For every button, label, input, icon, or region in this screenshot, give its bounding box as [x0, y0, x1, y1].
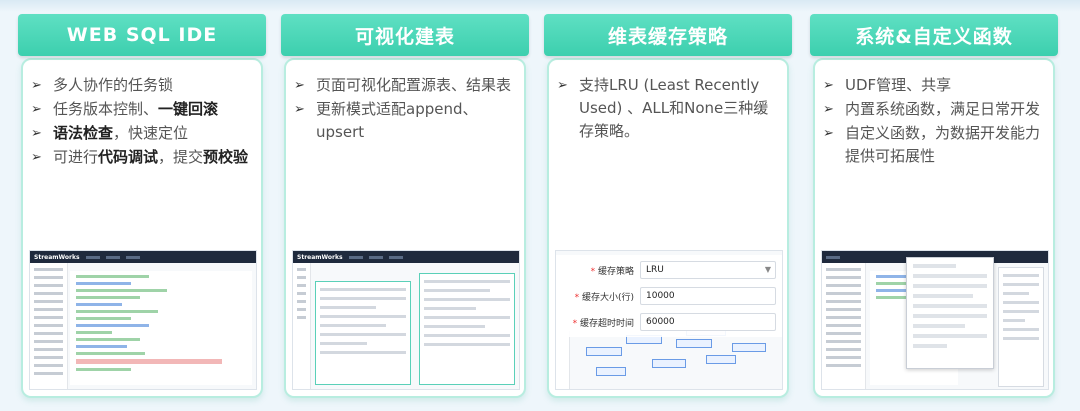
feature-list: ➢ 多人协作的任务锁 ➢ 任务版本控制、一键回滚 ➢ 语法检查，快速定位 ➢ 可进行代码调试，…	[23, 60, 261, 169]
card-functions: 系统&自定义函数 ➢ UDF管理、共享 ➢ 内置系统函数，满足日常开发 ➢ 自定义函数，为…	[810, 14, 1058, 398]
arrow-bullet-icon: ➢	[31, 78, 42, 93]
arrow-bullet-icon: ➢	[31, 126, 42, 141]
feature-item: ➢ 任务版本控制、一键回滚	[31, 98, 253, 121]
feature-list: ➢ UDF管理、共享 ➢ 内置系统函数，满足日常开发 ➢ 自定义函数，为数据开发能力提供可…	[815, 60, 1053, 168]
file-tree	[30, 263, 68, 389]
feature-text-part: 更新模式适配append、upsert	[316, 100, 478, 141]
app-logo: StreamWorks	[297, 253, 343, 261]
card-title: 系统&自定义函数	[810, 14, 1058, 56]
feature-text: 支持LRU (Least Recently Used) 、ALL和None三种缓…	[579, 74, 779, 143]
card-web-sql-ide: WEB SQL IDE ➢ 多人协作的任务锁 ➢ 任务版本控制、一键回滚 ➢ 语法检查，快…	[18, 14, 266, 398]
feature-text-part: 多人协作的任务锁	[53, 76, 174, 94]
cache-strategy-select[interactable]: LRU ▼	[640, 261, 776, 279]
arrow-bullet-icon: ➢	[294, 78, 305, 93]
card-title: 可视化建表	[281, 14, 529, 56]
properties-panel	[998, 267, 1044, 387]
feature-text-part: UDF管理、共享	[845, 76, 952, 94]
app-header: StreamWorks	[293, 251, 519, 263]
feature-item: ➢ 页面可视化配置源表、结果表	[294, 74, 516, 97]
cache-timeout-label: 缓存超时时间	[564, 316, 634, 329]
visual-table-screenshot: StreamWorks	[292, 250, 520, 390]
cache-timeout-input[interactable]: 60000	[640, 313, 776, 331]
feature-text-part: 支持LRU (Least Recently Used) 、ALL和None三种缓…	[579, 76, 769, 140]
feature-text: UDF管理、共享	[845, 74, 951, 97]
chevron-down-icon: ▼	[764, 265, 771, 274]
card-title: WEB SQL IDE	[18, 14, 266, 56]
udf-dialog	[906, 257, 994, 369]
arrow-bullet-icon: ➢	[823, 78, 834, 93]
function-tree	[822, 263, 866, 389]
feature-highlight: 预校验	[203, 148, 249, 166]
form-row-cache-size: 缓存大小(行) 10000	[564, 285, 776, 307]
card-body: ➢ UDF管理、共享 ➢ 内置系统函数，满足日常开发 ➢ 自定义函数，为数据开发能力提供可…	[813, 58, 1055, 398]
feature-item: ➢ 语法检查，快速定位	[31, 122, 253, 145]
feature-text-part: 自定义函数，为数据开发能力提供可拓展性	[845, 124, 1041, 165]
feature-text: 语法检查，快速定位	[53, 122, 188, 145]
code-editor	[70, 271, 252, 385]
feature-highlight: 代码调试	[98, 148, 159, 166]
nav-sidebar	[293, 263, 311, 389]
cache-config-screenshot: 缓存策略 LRU▼ 缓存大小(行) 10000 缓存超时时间 60000	[555, 250, 783, 390]
feature-item: ➢ 内置系统函数，满足日常开发	[823, 98, 1045, 121]
feature-text: 任务版本控制、一键回滚	[53, 98, 218, 121]
feature-text-part: 可进行	[53, 148, 99, 166]
feature-text-part: ，快速定位	[113, 124, 189, 142]
feature-text: 多人协作的任务锁	[53, 74, 173, 97]
udf-screenshot	[821, 250, 1049, 390]
app-header: StreamWorks	[30, 251, 256, 263]
feature-item: ➢ UDF管理、共享	[823, 74, 1045, 97]
app-logo: StreamWorks	[34, 253, 80, 261]
card-visual-table: 可视化建表 ➢ 页面可视化配置源表、结果表 ➢ 更新模式适配append、upsert…	[281, 14, 529, 398]
cache-form: 缓存策略 LRU▼ 缓存大小(行) 10000 缓存超时时间 60000	[556, 255, 782, 337]
feature-item: ➢ 多人协作的任务锁	[31, 74, 253, 97]
app-menu-item	[85, 255, 100, 259]
feature-text: 内置系统函数，满足日常开发	[845, 98, 1040, 121]
feature-text-part: 页面可视化配置源表、结果表	[316, 76, 512, 94]
arrow-bullet-icon: ➢	[31, 102, 42, 117]
feature-text: 可进行代码调试，提交预校验	[53, 146, 248, 169]
feature-text-part: 任务版本控制、	[53, 100, 159, 118]
feature-text: 自定义函数，为数据开发能力提供可拓展性	[845, 122, 1045, 168]
app-menu-item	[125, 255, 140, 259]
feature-text-part: 内置系统函数，满足日常开发	[845, 100, 1041, 118]
card-body: ➢ 多人协作的任务锁 ➢ 任务版本控制、一键回滚 ➢ 语法检查，快速定位 ➢ 可进行代码调试，…	[21, 58, 263, 398]
feature-list: ➢ 支持LRU (Least Recently Used) 、ALL和None三种…	[549, 60, 787, 143]
feature-item: ➢ 自定义函数，为数据开发能力提供可拓展性	[823, 122, 1045, 168]
card-title: 维表缓存策略	[544, 14, 792, 56]
card-body: ➢ 支持LRU (Least Recently Used) 、ALL和None三种…	[547, 58, 789, 398]
cache-size-label: 缓存大小(行)	[564, 290, 634, 303]
top-banner-fade	[0, 0, 1080, 12]
feature-text-part: ，提交	[158, 148, 204, 166]
form-row-cache-timeout: 缓存超时时间 60000	[564, 311, 776, 333]
feature-item: ➢ 更新模式适配append、upsert	[294, 98, 516, 144]
arrow-bullet-icon: ➢	[31, 150, 42, 165]
app-menu-item	[826, 255, 840, 259]
sql-ide-screenshot: StreamWorks	[29, 250, 257, 390]
cache-strategy-label: 缓存策略	[564, 264, 634, 277]
app-menu-item	[348, 255, 363, 259]
source-table-panel	[315, 281, 411, 385]
feature-text: 更新模式适配append、upsert	[316, 98, 516, 144]
feature-highlight: 一键回滚	[158, 100, 219, 118]
app-menu-item	[368, 255, 383, 259]
form-row-cache-strategy: 缓存策略 LRU▼	[564, 259, 776, 281]
app-menu-item	[388, 255, 403, 259]
arrow-bullet-icon: ➢	[294, 102, 305, 117]
arrow-bullet-icon: ➢	[557, 78, 568, 93]
cache-size-input[interactable]: 10000	[640, 287, 776, 305]
card-body: ➢ 页面可视化配置源表、结果表 ➢ 更新模式适配append、upsert Strea…	[284, 58, 526, 398]
feature-list: ➢ 页面可视化配置源表、结果表 ➢ 更新模式适配append、upsert	[286, 60, 524, 144]
arrow-bullet-icon: ➢	[823, 126, 834, 141]
feature-item: ➢ 支持LRU (Least Recently Used) 、ALL和None三种…	[557, 74, 779, 143]
feature-text: 页面可视化配置源表、结果表	[316, 74, 511, 97]
result-table-panel	[419, 273, 515, 385]
app-menu-item	[105, 255, 120, 259]
feature-item: ➢ 可进行代码调试，提交预校验	[31, 146, 253, 169]
arrow-bullet-icon: ➢	[823, 102, 834, 117]
dag-sidebar	[556, 331, 570, 389]
feature-highlight: 语法检查	[53, 124, 114, 142]
card-dim-cache: 维表缓存策略 ➢ 支持LRU (Least Recently Used) 、ALL…	[544, 14, 792, 398]
